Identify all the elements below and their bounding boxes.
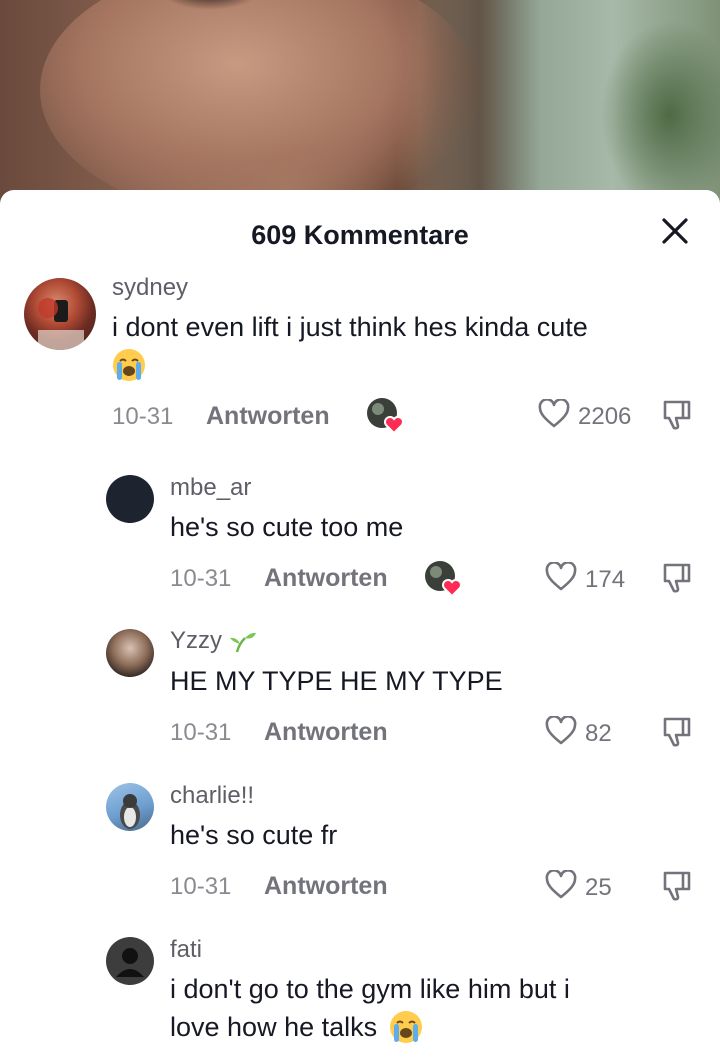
seedling-icon: [229, 632, 256, 652]
dislike-button[interactable]: [662, 870, 692, 907]
loudly-crying-face-icon: [389, 1010, 422, 1043]
comment-text: i don't go to the gym like him but i: [170, 974, 570, 1004]
close-button[interactable]: [660, 216, 690, 246]
avatar-charlie[interactable]: [106, 783, 154, 831]
dislike-button[interactable]: [662, 562, 692, 599]
sheet-header: 609 Kommentare: [0, 190, 720, 280]
comment-username[interactable]: mbe_ar: [170, 474, 251, 502]
creator-liked-badge: [366, 397, 404, 435]
thumbs-down-icon: [663, 871, 691, 901]
dislike-button[interactable]: [662, 399, 692, 436]
comment-date: 10-31: [170, 719, 232, 746]
loudly-crying-face-icon: [112, 348, 146, 382]
thumbs-down-icon: [663, 400, 691, 430]
comments-count-title: 609 Kommentare: [251, 220, 469, 250]
like-count: 25: [585, 874, 612, 901]
avatar-yzzy[interactable]: [106, 629, 154, 677]
comment-username[interactable]: charlie!!: [170, 782, 254, 810]
username-label: Yzzy: [170, 627, 223, 654]
comment-username[interactable]: fati: [170, 936, 202, 964]
comment-date: 10-31: [170, 565, 232, 592]
reply-button[interactable]: Antworten: [264, 564, 388, 593]
comments-sheet: 609 Kommentare sydney i dont even lift i…: [0, 190, 720, 1057]
reply-button[interactable]: Antworten: [264, 718, 388, 747]
like-button[interactable]: [538, 398, 570, 434]
avatar-mbe-ar[interactable]: [106, 475, 154, 523]
comment-username[interactable]: Yzzy: [170, 627, 257, 655]
like-count: 174: [585, 566, 626, 593]
avatar-fati[interactable]: [106, 937, 154, 985]
comment-date: 10-31: [170, 873, 232, 900]
comment-text-line2: love how he talks: [170, 1008, 423, 1046]
like-count: 2206: [578, 403, 632, 430]
like-button[interactable]: [545, 561, 577, 597]
heart-icon: [545, 869, 577, 899]
close-icon: [662, 218, 688, 244]
thumbs-down-icon: [663, 563, 691, 593]
comment-text: he's so cute fr: [170, 820, 338, 850]
reply-button[interactable]: Antworten: [264, 872, 388, 901]
like-button[interactable]: [545, 869, 577, 905]
avatar-sydney[interactable]: [24, 278, 96, 350]
comment-text-line2-label: love how he talks: [170, 1012, 378, 1042]
dislike-button[interactable]: [662, 716, 692, 753]
like-button[interactable]: [545, 715, 577, 751]
comment-date: 10-31: [112, 403, 174, 430]
reply-button[interactable]: Antworten: [206, 402, 330, 431]
comment-username[interactable]: sydney: [112, 274, 188, 302]
heart-icon: [545, 561, 577, 591]
heart-icon: [538, 398, 570, 428]
comment-text: i dont even lift i just think hes kinda …: [112, 312, 588, 342]
comment-text: HE MY TYPE HE MY TYPE: [170, 666, 503, 696]
thumbs-down-icon: [663, 717, 691, 747]
creator-liked-badge: [424, 560, 462, 598]
heart-icon: [545, 715, 577, 745]
like-count: 82: [585, 720, 612, 747]
comment-text: he's so cute too me: [170, 512, 404, 542]
